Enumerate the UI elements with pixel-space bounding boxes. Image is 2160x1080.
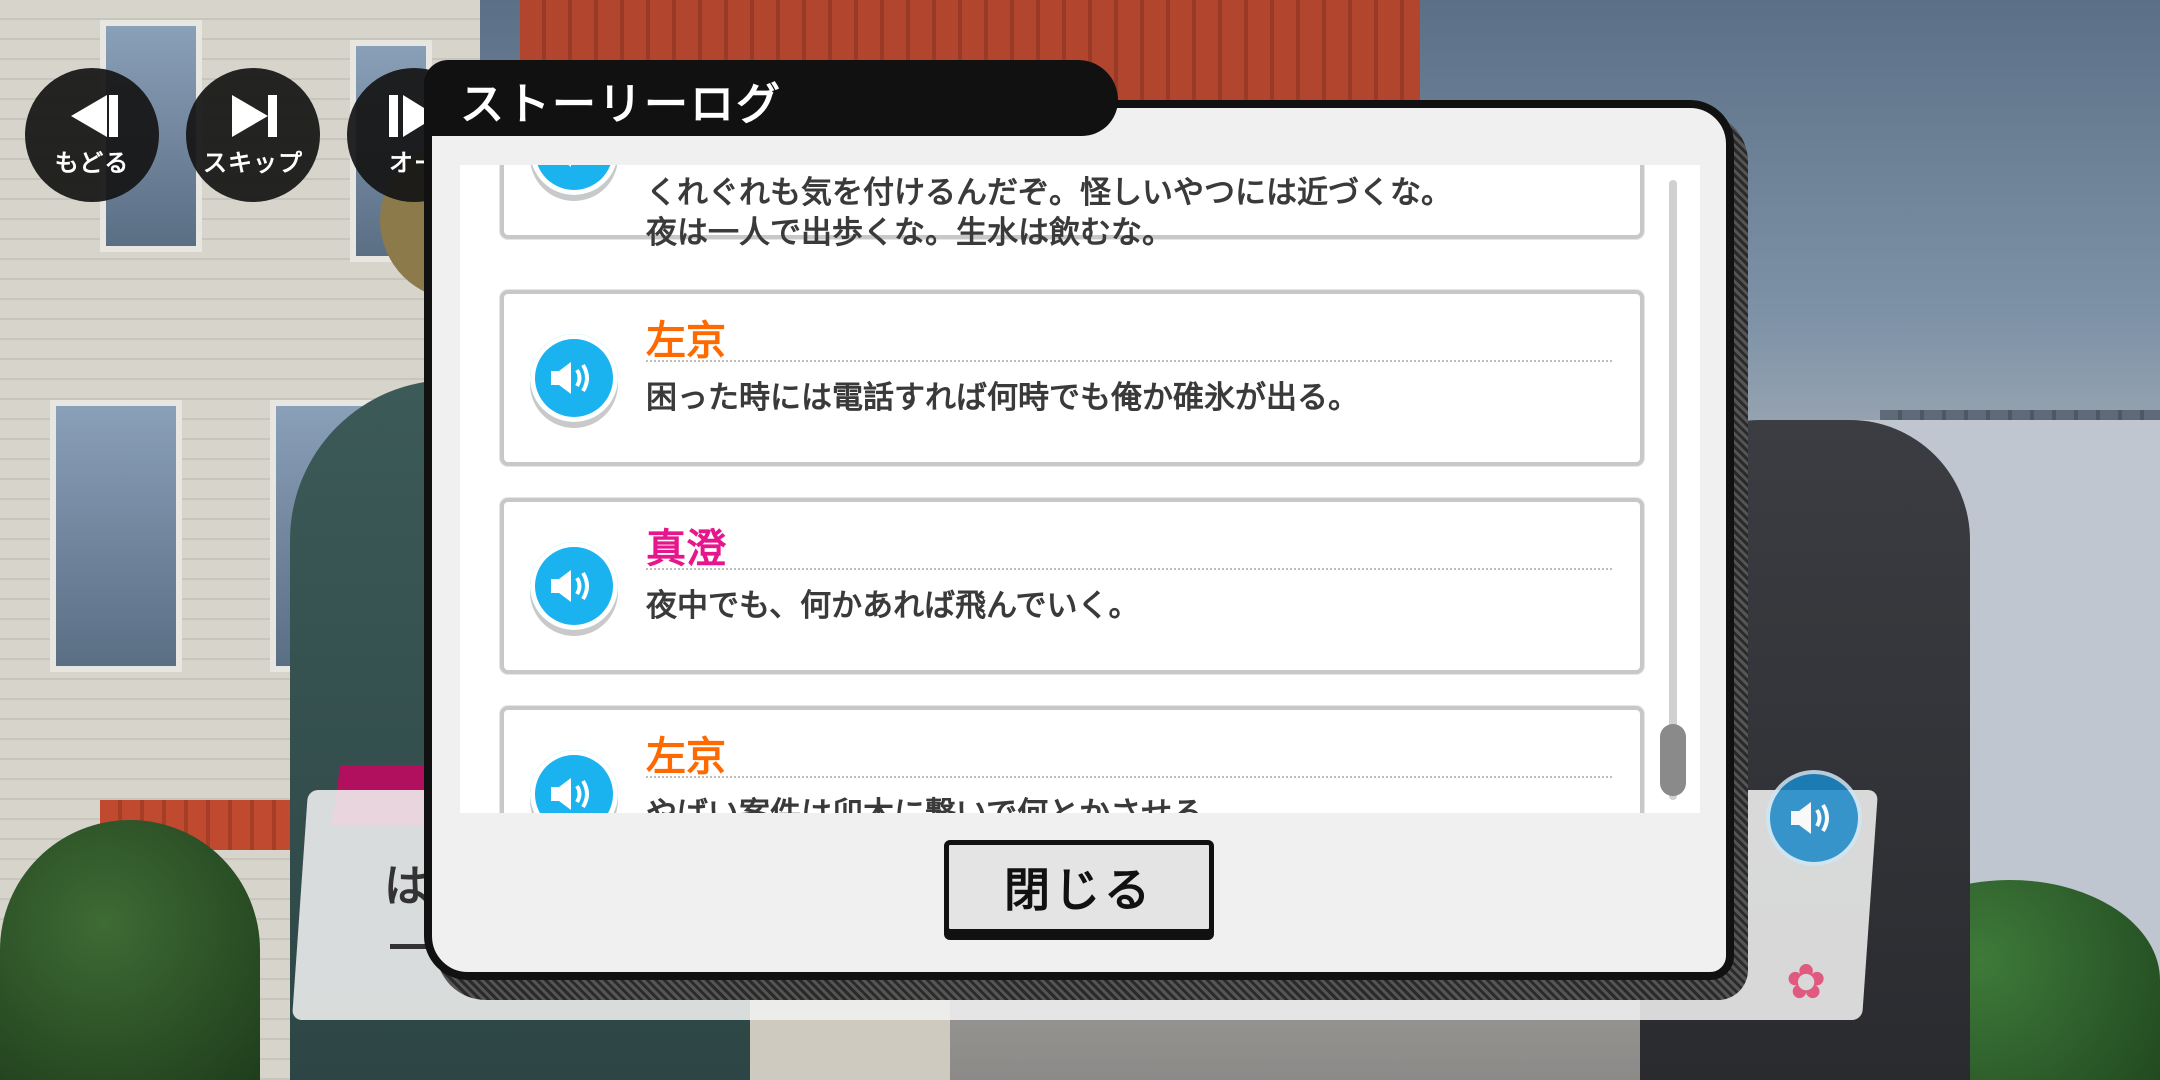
sakura-icon: ✿	[1786, 954, 1827, 1010]
log-entry: 真澄 夜中でも、何かあれば飛んでいく。	[500, 498, 1644, 674]
voice-replay-button[interactable]	[530, 542, 618, 630]
log-list[interactable]: くれぐれも気を付けるんだぞ。怪しいやつには近づくな。 夜は一人で出歩くな。生水は…	[460, 165, 1700, 813]
speaker-name: 真澄	[646, 526, 726, 572]
message-text: は	[384, 861, 428, 912]
entry-divider	[646, 568, 1612, 570]
game-screen: は ✿ もどる スキップ オー ストーリーログ くれぐれも気を付けるんだぞ。怪し…	[0, 0, 2160, 1080]
log-entry-text: やばい案件は卯木に繋いで何とかさせる。	[646, 788, 1234, 813]
back-button[interactable]: もどる	[25, 68, 159, 202]
close-button[interactable]: 閉じる	[944, 840, 1214, 934]
rewind-icon	[71, 94, 118, 137]
entry-divider	[646, 776, 1612, 778]
log-entry-text: くれぐれも気を付けるんだぞ。怪しいやつには近づくな。	[646, 175, 1452, 211]
log-entry-text: 困った時には電話すれば何時でも俺か碓氷が出る。	[646, 380, 1359, 416]
log-entry-text: 夜中でも、何かあれば飛んでいく。	[646, 588, 1140, 624]
skip-forward-icon	[232, 94, 277, 137]
dialog-title: ストーリーログ	[460, 79, 782, 130]
speaker-icon	[1791, 802, 1829, 834]
log-entry: くれぐれも気を付けるんだぞ。怪しいやつには近づくな。 夜は一人で出歩くな。生水は…	[500, 165, 1644, 251]
skip-button-label: スキップ	[203, 148, 303, 177]
speaker-icon	[551, 778, 589, 810]
voice-replay-button[interactable]	[530, 750, 618, 813]
entry-divider	[646, 360, 1612, 362]
background-tree	[0, 820, 260, 1080]
voice-replay-button[interactable]	[530, 334, 618, 422]
scrollbar-track[interactable]	[1669, 180, 1677, 800]
speaker-name: 左京	[646, 318, 726, 364]
speaker-icon	[551, 570, 589, 602]
speaker-icon	[568, 165, 585, 167]
speaker-icon	[551, 362, 589, 394]
log-entry: 左京 やばい案件は卯木に繋いで何とかさせる。	[500, 706, 1644, 813]
scrollbar-thumb[interactable]	[1660, 724, 1686, 796]
skip-button[interactable]: スキップ	[186, 68, 320, 202]
background-window	[50, 400, 182, 672]
voice-replay-button[interactable]	[530, 165, 618, 195]
log-entry: 左京 困った時には電話すれば何時でも俺か碓氷が出る。	[500, 290, 1644, 466]
back-button-label: もどる	[54, 148, 130, 177]
log-entry-text: 夜は一人で出歩くな。生水は飲むな。	[646, 215, 1173, 251]
speaker-name: 左京	[646, 734, 726, 780]
message-voice-button[interactable]	[1766, 770, 1862, 866]
